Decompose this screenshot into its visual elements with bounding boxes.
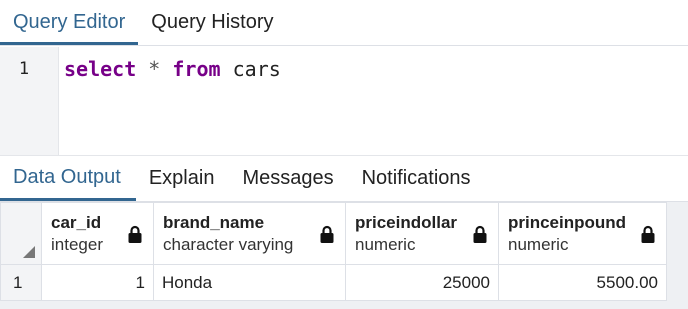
wildcard-operator: * — [148, 57, 161, 81]
row-number[interactable]: 1 — [0, 264, 42, 301]
lock-icon — [320, 225, 334, 243]
column-name: brand_name — [163, 212, 265, 232]
tab-query-editor[interactable]: Query Editor — [0, 0, 139, 45]
cell-brand-name[interactable]: Honda — [153, 264, 346, 301]
column-header-princeinpound[interactable]: princeinpound numeric — [498, 202, 667, 265]
corner-triangle-icon — [23, 246, 35, 258]
cell-priceindollar[interactable]: 25000 — [345, 264, 499, 301]
tab-query-history[interactable]: Query History — [138, 0, 286, 45]
cell-princeinpound[interactable]: 5500.00 — [498, 264, 667, 301]
keyword-from: from — [172, 57, 221, 81]
column-header-car-id[interactable]: car_id integer — [41, 202, 154, 265]
tab-explain[interactable]: Explain — [136, 156, 230, 201]
output-tabbar: Data Output Explain Messages Notificatio… — [0, 155, 688, 202]
header-row: car_id integer brand_name character vary… — [0, 202, 667, 265]
tab-data-output[interactable]: Data Output — [0, 156, 136, 201]
column-header-priceindollar[interactable]: priceindollar numeric — [345, 202, 499, 265]
column-name: princeinpound — [508, 212, 627, 232]
result-table: car_id integer brand_name character vary… — [0, 202, 667, 301]
line-number-gutter: 1 — [0, 47, 59, 155]
lock-icon — [128, 225, 142, 243]
editor-tabbar: Query Editor Query History — [0, 0, 688, 46]
lock-icon — [641, 225, 655, 243]
cell-car-id[interactable]: 1 — [41, 264, 154, 301]
sql-code-line[interactable]: select * from cars — [64, 57, 281, 81]
column-type: character varying — [163, 234, 294, 254]
lock-icon — [473, 225, 487, 243]
line-number: 1 — [18, 59, 30, 79]
table-row[interactable]: 1 1 Honda 25000 5500.00 — [0, 264, 667, 301]
table-identifier: cars — [232, 57, 281, 81]
tab-notifications[interactable]: Notifications — [349, 156, 486, 201]
column-type: numeric — [355, 234, 416, 254]
column-name: priceindollar — [355, 212, 458, 232]
result-grid: car_id integer brand_name character vary… — [0, 202, 688, 309]
column-type: numeric — [508, 234, 569, 254]
sql-editor[interactable]: 1 select * from cars — [0, 47, 688, 155]
keyword-select: select — [64, 57, 137, 81]
column-header-brand-name[interactable]: brand_name character varying — [153, 202, 346, 265]
tab-messages[interactable]: Messages — [229, 156, 348, 201]
select-all-corner[interactable] — [0, 202, 42, 265]
